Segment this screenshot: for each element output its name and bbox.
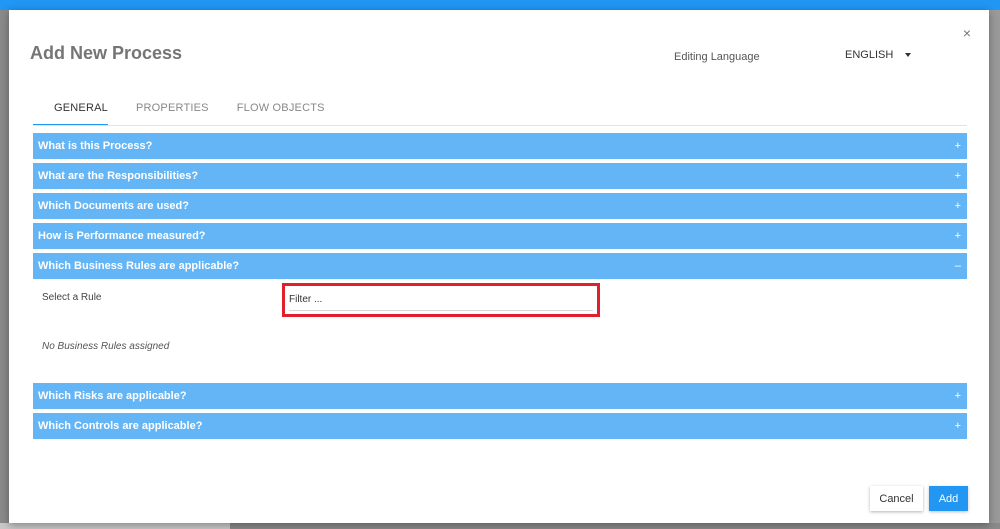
backdrop-bottom xyxy=(0,523,1000,529)
section-label: What is this Process? xyxy=(38,140,153,152)
section-label: How is Performance measured? xyxy=(38,230,206,242)
section-label: Which Risks are applicable? xyxy=(38,390,187,402)
section-label: Which Controls are applicable? xyxy=(38,420,203,432)
section-responsibilities[interactable]: What are the Responsibilities? + xyxy=(33,163,967,189)
tab-properties[interactable]: PROPERTIES xyxy=(136,96,209,126)
plus-icon: + xyxy=(954,140,961,152)
section-what-is-process[interactable]: What is this Process? + xyxy=(33,133,967,159)
cancel-button[interactable]: Cancel xyxy=(870,486,923,511)
plus-icon: + xyxy=(954,230,961,242)
section-business-rules[interactable]: Which Business Rules are applicable? – xyxy=(33,253,967,279)
business-rules-panel: Select a Rule No Business Rules assigned xyxy=(33,283,967,379)
tab-general[interactable]: GENERAL xyxy=(33,96,108,126)
plus-icon: + xyxy=(954,420,961,432)
editing-language-label: Editing Language xyxy=(674,51,760,63)
process-accordion: What is this Process? + What are the Res… xyxy=(33,133,967,443)
section-performance[interactable]: How is Performance measured? + xyxy=(33,223,967,249)
filter-highlight xyxy=(282,283,600,317)
backdrop-bottom-bar xyxy=(0,523,230,529)
section-controls[interactable]: Which Controls are applicable? + xyxy=(33,413,967,439)
section-label: Which Business Rules are applicable? xyxy=(38,260,240,272)
backdrop-right xyxy=(989,10,1000,529)
plus-icon: + xyxy=(954,390,961,402)
tab-flow-objects[interactable]: FLOW OBJECTS xyxy=(237,96,325,126)
section-documents[interactable]: Which Documents are used? + xyxy=(33,193,967,219)
section-label: Which Documents are used? xyxy=(38,200,189,212)
minus-icon: – xyxy=(954,260,961,272)
plus-icon: + xyxy=(954,170,961,182)
dialog-title: Add New Process xyxy=(30,43,183,63)
plus-icon: + xyxy=(954,200,961,212)
add-button[interactable]: Add xyxy=(929,486,968,511)
add-process-dialog: Add New Process × Editing Language ENGLI… xyxy=(9,10,989,523)
no-rules-text: No Business Rules assigned xyxy=(42,341,170,352)
rule-filter-input[interactable] xyxy=(289,289,593,311)
language-value: ENGLISH xyxy=(845,49,894,61)
select-rule-label: Select a Rule xyxy=(42,292,102,303)
language-select[interactable]: ENGLISH xyxy=(845,49,912,61)
caret-down-icon xyxy=(905,53,912,57)
app-top-bar xyxy=(0,0,1000,10)
section-label: What are the Responsibilities? xyxy=(38,170,199,182)
tab-bar: GENERAL PROPERTIES FLOW OBJECTS xyxy=(33,96,353,126)
tabs-divider xyxy=(33,125,967,126)
close-icon[interactable]: × xyxy=(959,25,975,41)
section-risks[interactable]: Which Risks are applicable? + xyxy=(33,383,967,409)
